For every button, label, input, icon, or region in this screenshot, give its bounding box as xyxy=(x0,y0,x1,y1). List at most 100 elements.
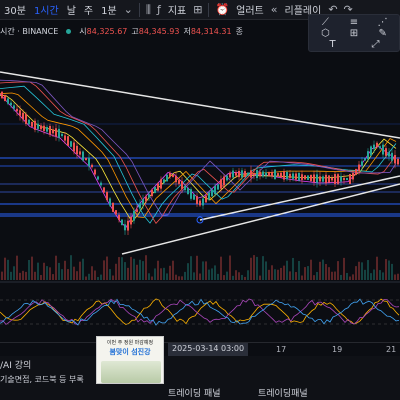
course-subtitle[interactable]: 기술면접, 코드북 등 부록 xyxy=(0,374,84,385)
volume-bar xyxy=(4,257,6,280)
volume-bar xyxy=(394,274,396,280)
trading-panel-tab[interactable]: 트레이딩 패널 xyxy=(168,386,221,399)
symbol-name[interactable]: 시간 · BINANCE xyxy=(0,26,58,37)
volume-bar xyxy=(208,269,210,280)
volume-bar xyxy=(223,275,225,280)
moving-averages xyxy=(0,79,397,228)
trading-panel-tab-2[interactable]: 트레이딩패널 xyxy=(258,386,308,399)
candle-body xyxy=(121,219,123,226)
templates-icon[interactable]: ⊞ xyxy=(190,3,205,16)
volume-bar xyxy=(385,259,387,280)
indicators-button[interactable]: 지표 xyxy=(164,2,190,17)
trendlines[interactable] xyxy=(0,71,400,255)
shape-tool-icon[interactable]: ⬡ xyxy=(314,28,336,39)
alerts-button[interactable]: 얼러트 xyxy=(232,2,268,17)
volume-bar xyxy=(145,255,147,280)
price-chart[interactable] xyxy=(0,54,400,342)
volume-bar xyxy=(76,271,78,280)
volume-bar xyxy=(157,260,159,280)
alert-clock-icon[interactable]: ⏰ xyxy=(212,3,232,16)
volume-bar xyxy=(316,271,318,280)
moving-average-line xyxy=(0,93,397,228)
chevron-down-icon[interactable]: ⌄ xyxy=(121,3,136,16)
candle-body xyxy=(34,120,36,130)
replay-icon[interactable]: « xyxy=(268,3,281,16)
volume-bar xyxy=(235,270,237,280)
time-axis: 2025-03-14 03:00 17 19 21 xyxy=(0,342,400,356)
candle-body xyxy=(250,170,252,178)
drawing-toolbar: ⟋ ≡ ⋰ ⬡ ⊞ ✎ T ⤢ xyxy=(308,14,400,52)
crosshair-time-label: 2025-03-14 03:00 xyxy=(168,343,249,356)
candle-body xyxy=(244,171,246,177)
ad-text: 이번 주 정원 마감예정 xyxy=(106,340,154,346)
volume-bar xyxy=(25,271,27,280)
grid-tool-icon[interactable]: ⊞ xyxy=(343,28,365,39)
volume-bar xyxy=(130,256,132,280)
trendline-tool-icon[interactable]: ⟋ xyxy=(314,17,336,28)
toolbar-divider xyxy=(208,2,210,17)
volume-bar xyxy=(70,255,72,280)
volume-bar xyxy=(166,273,168,280)
path-tool-icon[interactable]: ⋰ xyxy=(372,17,394,28)
volume-bar xyxy=(91,266,93,280)
candle-body xyxy=(124,224,126,231)
volume-bar xyxy=(364,269,366,280)
brush-tool-icon[interactable]: ✎ xyxy=(372,28,394,39)
volume-bar xyxy=(226,271,228,280)
candle-body xyxy=(355,169,357,175)
volume-bar xyxy=(301,275,303,280)
interval-day[interactable]: 날 xyxy=(63,2,80,17)
candle-body xyxy=(133,210,135,221)
volume-bar xyxy=(376,256,378,280)
candle-body xyxy=(112,202,114,212)
course-title[interactable]: /AI 강의 xyxy=(0,358,31,371)
candle-body xyxy=(7,98,9,104)
volume-bar xyxy=(61,269,63,280)
volume-bar xyxy=(280,267,282,280)
measure-tool-icon[interactable]: ⤢ xyxy=(365,39,387,50)
candle-body xyxy=(307,175,309,180)
candle-body xyxy=(196,196,198,204)
candle-body xyxy=(292,173,294,179)
candle-body xyxy=(94,169,96,175)
volume-bar xyxy=(256,256,258,280)
interval-1m[interactable]: 1분 xyxy=(97,2,121,17)
candle-body xyxy=(37,123,39,129)
volume-bar xyxy=(58,262,60,280)
time-tick: 17 xyxy=(276,345,287,354)
candle-body xyxy=(259,171,261,177)
interval-week[interactable]: 주 xyxy=(80,2,97,17)
volume-bar xyxy=(358,261,360,280)
volume-bar xyxy=(250,257,252,280)
volume-bar xyxy=(283,265,285,280)
candle-body xyxy=(268,172,270,176)
volume-bar xyxy=(319,261,321,280)
candles-icon[interactable]: ⫼ xyxy=(143,3,154,17)
volume-bar xyxy=(307,266,309,280)
candle-body xyxy=(358,164,360,172)
volume-bar xyxy=(46,266,48,280)
symbol-legend: 시간 · BINANCE 시 84,325.67 고 84,345.93 저 8… xyxy=(0,24,243,38)
interval-30m[interactable]: 30분 xyxy=(0,2,30,17)
volume-bar xyxy=(292,257,294,280)
candle-body xyxy=(109,198,111,206)
volume-bar xyxy=(373,269,375,280)
volume-bar xyxy=(325,264,327,280)
volume-bar xyxy=(295,272,297,280)
volume-bar xyxy=(346,272,348,280)
ad-banner[interactable]: 이번 주 정원 마감예정 봄맞이 섬진강 xyxy=(96,336,164,384)
candle-body xyxy=(223,176,225,186)
volume-bar xyxy=(187,263,189,280)
candle-body xyxy=(106,192,108,200)
indicators-icon[interactable]: ƒ xyxy=(154,3,164,16)
candle-body xyxy=(136,209,138,212)
candle-body xyxy=(382,144,384,155)
volume-bar xyxy=(148,273,150,280)
interval-1h[interactable]: 1시간 xyxy=(30,2,63,17)
moving-average-line xyxy=(0,79,397,216)
candle-body xyxy=(373,144,375,149)
candle-body xyxy=(367,151,369,160)
volume-bar xyxy=(259,275,261,280)
text-tool-icon[interactable]: T xyxy=(322,39,344,50)
horizontal-lines-tool-icon[interactable]: ≡ xyxy=(343,17,365,28)
